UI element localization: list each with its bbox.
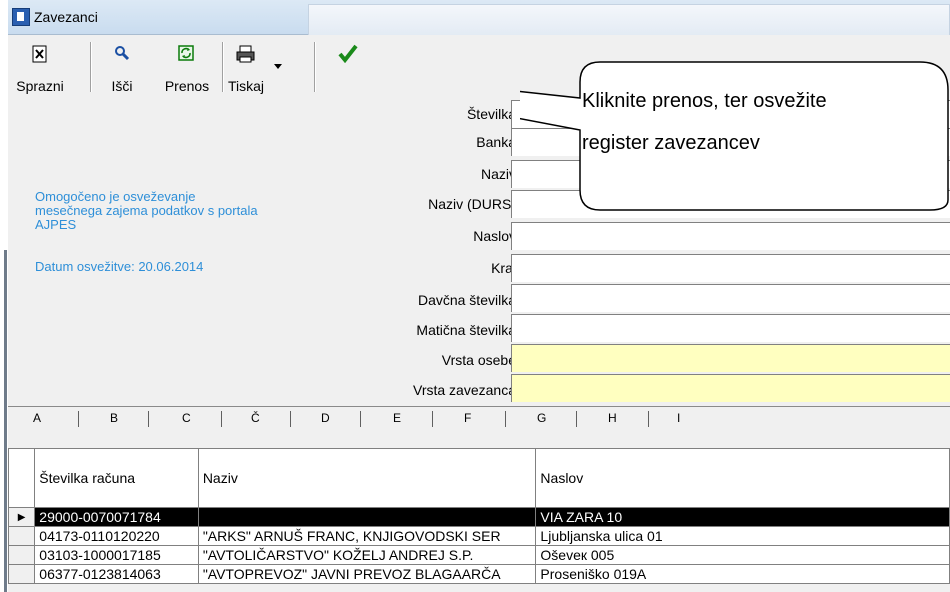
sprazni-label: Sprazni <box>16 78 64 94</box>
column-header-naziv[interactable]: Naziv <box>197 448 537 508</box>
column-divider <box>432 411 433 427</box>
vrsta-osebe-field[interactable] <box>511 344 950 372</box>
row-pointer-icon: ▶ <box>8 507 36 527</box>
cell-address[interactable]: VIA ZARA 10 <box>535 507 950 527</box>
column-letter[interactable]: G <box>537 411 546 425</box>
column-header-naslov[interactable]: Naslov <box>535 448 950 508</box>
callout-text: register zavezancev <box>582 132 760 154</box>
column-divider <box>221 411 222 427</box>
title-bar[interactable]: Zavezanci <box>8 0 950 35</box>
confirm-button[interactable] <box>326 40 376 94</box>
table-header-row: Številka računa Naziv Naslov <box>8 448 950 508</box>
tiskaj-label: Tiskaj <box>227 78 265 94</box>
results-table: Številka računa Naziv Naslov ▶ 29000-007… <box>8 448 950 584</box>
cell-address[interactable]: Oševeк 005 <box>535 545 950 565</box>
row-indicator <box>8 564 36 584</box>
column-letter[interactable]: D <box>321 411 330 425</box>
refresh-date: Datum osvežitve: 20.06.2014 <box>35 259 204 274</box>
tiskaj-button[interactable]: Tiskaj <box>226 40 286 94</box>
column-letter[interactable]: C <box>182 411 191 425</box>
prenos-button[interactable]: Prenos <box>156 40 218 94</box>
cell-account[interactable]: 29000-0070071784 <box>34 507 199 527</box>
table-row[interactable]: 03103-1000017185 "AVTOLIČARSTVO" KOŽELJ … <box>8 545 950 565</box>
isci-button[interactable]: Išči <box>94 40 150 94</box>
cell-name[interactable] <box>197 507 537 527</box>
cell-account[interactable]: 06377-0123814063 <box>34 564 199 584</box>
info-line: mesečnega zajema podatkov s portala <box>35 203 258 218</box>
field-label-vrsta-osebe: Vrsta osebe <box>441 352 516 368</box>
field-label-maticna: Matična številka <box>416 322 516 338</box>
cell-account[interactable]: 04173-0110120220 <box>34 526 199 546</box>
column-divider <box>648 411 649 427</box>
annotation-callout: Kliknite prenos, ter osvežite register z… <box>520 50 950 212</box>
row-indicator-header <box>8 448 36 508</box>
column-divider <box>576 411 577 427</box>
vrsta-zavezanca-field[interactable] <box>511 374 950 402</box>
naslov-field[interactable] <box>511 222 950 250</box>
toolbar-separator <box>314 42 316 92</box>
table-row[interactable]: 04173-0110120220 "ARKS" ARNUŠ FRANC, KNJ… <box>8 526 950 546</box>
checkmark-icon <box>338 44 358 63</box>
column-letter[interactable]: H <box>608 411 617 425</box>
background-window-titlebar <box>308 4 950 35</box>
cell-address[interactable]: Proseniško 019A <box>535 564 950 584</box>
column-divider <box>505 411 506 427</box>
column-letter[interactable]: A <box>33 411 41 425</box>
isci-label: Išči <box>111 78 133 94</box>
prenos-label: Prenos <box>164 78 210 94</box>
column-letter[interactable]: F <box>464 411 471 425</box>
info-line: AJPES <box>35 217 77 232</box>
callout-text: Kliknite prenos, ter osvežite <box>582 90 827 112</box>
column-divider <box>290 411 291 427</box>
cell-name[interactable]: "AVTOLIČARSTVO" KOŽELJ ANDREJ S.P. <box>197 545 537 565</box>
sprazni-button[interactable]: Sprazni <box>12 40 68 94</box>
kraj-field[interactable] <box>511 254 950 282</box>
column-letter-bar: A B C Č D E F G H I <box>8 406 950 432</box>
row-indicator <box>8 526 36 546</box>
maticna-stevilka-field[interactable] <box>511 314 950 342</box>
column-header-stevilka-racuna[interactable]: Številka računa <box>34 448 199 508</box>
window-title: Zavezanci <box>34 9 98 25</box>
row-indicator <box>8 545 36 565</box>
davcna-stevilka-field[interactable] <box>511 284 950 312</box>
column-letter[interactable]: B <box>110 411 118 425</box>
toolbar-separator <box>90 42 92 92</box>
column-letter[interactable]: I <box>677 411 680 425</box>
column-divider <box>148 411 149 427</box>
field-label-davcna: Davčna številka <box>417 292 516 308</box>
column-divider <box>78 411 79 427</box>
cell-address[interactable]: Ljubljanska ulica 01 <box>535 526 950 546</box>
cell-name[interactable]: "ARKS" ARNUŠ FRANC, KNJIGOVODSKI SER <box>197 526 537 546</box>
cell-account[interactable]: 03103-1000017185 <box>34 545 199 565</box>
field-label-naziv-durs: Naziv (DURS) <box>428 196 516 212</box>
field-label-vrsta-zavezanca: Vrsta zavezanca <box>413 382 516 398</box>
clear-document-icon <box>32 45 47 63</box>
chevron-down-icon[interactable] <box>274 64 282 70</box>
app-icon <box>12 8 30 26</box>
callout-bubble <box>520 61 949 211</box>
results-grid: Številka računa Naziv Naslov ▶ 29000-007… <box>8 430 950 592</box>
column-letter[interactable]: E <box>393 411 401 425</box>
column-letter[interactable]: Č <box>251 411 260 425</box>
transfer-refresh-icon <box>178 45 194 61</box>
field-label-stevilka: Številka <box>466 106 516 122</box>
column-divider <box>360 411 361 427</box>
cell-name[interactable]: "AVTOPREVOZ" JAVNI PREVOZ BLAGAARČA <box>197 564 537 584</box>
search-icon <box>115 46 130 61</box>
table-row[interactable]: ▶ 29000-0070071784 VIA ZARA 10 <box>8 507 950 527</box>
field-label-naslov: Naslov <box>473 228 516 244</box>
left-window-edge <box>0 0 8 592</box>
info-line: Omogočeno je osveževanje <box>35 189 196 204</box>
background-window-bar <box>4 250 7 592</box>
printer-icon <box>236 45 255 63</box>
table-row[interactable]: 06377-0123814063 "AVTOPREVOZ" JAVNI PREV… <box>8 564 950 584</box>
